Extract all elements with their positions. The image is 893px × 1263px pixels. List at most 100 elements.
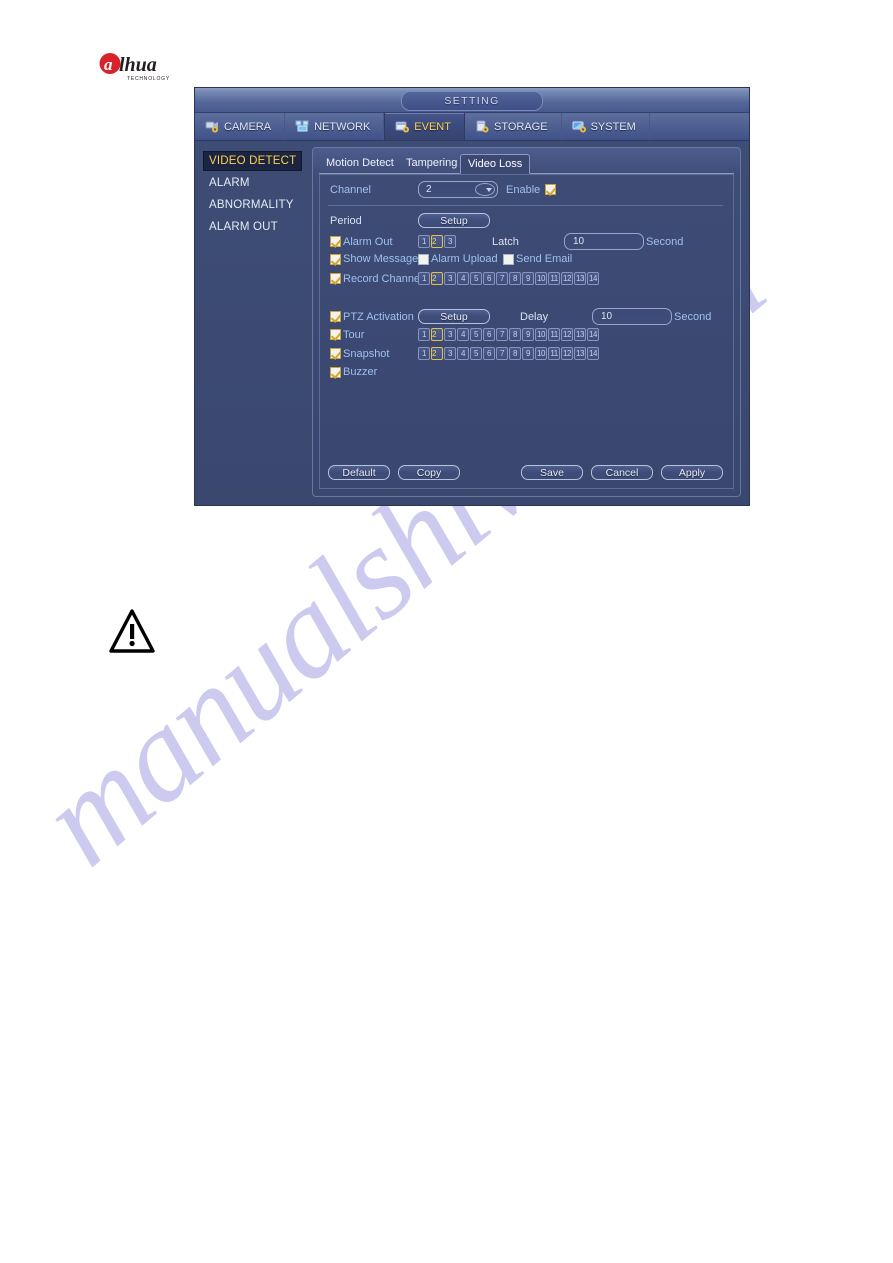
record-channel-label: Record Channel [343, 272, 423, 285]
sidebar-item-video-detect[interactable]: VIDEO DETECT [203, 151, 302, 171]
channel-select[interactable]: 2 [418, 181, 498, 198]
warning-triangle-icon [108, 608, 156, 654]
tour-chip[interactable]: 14 [587, 328, 599, 341]
tour-chip[interactable]: 8 [509, 328, 521, 341]
alarm-out-chips: 1 2 3 [418, 235, 456, 248]
content-panel: Motion Detect Tampering Video Loss Chann… [312, 147, 741, 497]
record-channel-chip[interactable]: 7 [496, 272, 508, 285]
tab-network-label: NETWORK [314, 120, 371, 133]
chevron-down-icon[interactable] [475, 183, 495, 196]
tab-camera[interactable]: CAMERA [195, 113, 286, 140]
delay-input[interactable]: 10 [592, 308, 672, 325]
ptz-activation-label: PTZ Activation [343, 310, 414, 323]
snapshot-chip[interactable]: 7 [496, 347, 508, 360]
snapshot-chip[interactable]: 12 [561, 347, 573, 360]
sidebar-item-abnormality[interactable]: ABNORMALITY [205, 195, 302, 215]
alarm-out-chip[interactable]: 1 [418, 235, 430, 248]
tab-event[interactable]: EVENT [384, 113, 465, 140]
buzzer-row: Buzzer [330, 366, 377, 378]
record-channel-chip[interactable]: 8 [509, 272, 521, 285]
ptz-activation-checkbox[interactable] [330, 311, 341, 322]
tab-storage[interactable]: STORAGE [465, 113, 562, 140]
apply-button[interactable]: Apply [661, 465, 723, 480]
record-channel-chip[interactable]: 4 [457, 272, 469, 285]
record-channel-checkbox[interactable] [330, 273, 341, 284]
subtab-motion-detect-label: Motion Detect [326, 157, 394, 169]
record-channel-chip[interactable]: 10 [535, 272, 547, 285]
snapshot-checkbox[interactable] [330, 348, 341, 359]
snapshot-chip[interactable]: 1 [418, 347, 430, 360]
tour-chip[interactable]: 12 [561, 328, 573, 341]
snapshot-chip[interactable]: 13 [574, 347, 586, 360]
sidebar-item-video-detect-label: VIDEO DETECT [209, 155, 297, 167]
record-channel-chip[interactable]: 5 [470, 272, 482, 285]
sub-tab-bar: Motion Detect Tampering Video Loss [319, 154, 734, 174]
footer-buttons: Default Copy Save Cancel Apply [328, 465, 723, 480]
record-channel-chip[interactable]: 2 [431, 272, 443, 285]
send-email-label: Send Email [516, 253, 573, 265]
warning-triangle-svg [109, 609, 155, 653]
record-channel-chip[interactable]: 13 [574, 272, 586, 285]
tour-chip[interactable]: 5 [470, 328, 482, 341]
tab-system[interactable]: SYSTEM [562, 113, 650, 140]
tour-checkbox[interactable] [330, 329, 341, 340]
show-message-label: Show Message [343, 253, 419, 265]
buzzer-checkbox[interactable] [330, 366, 341, 378]
tour-chip[interactable]: 7 [496, 328, 508, 341]
sidebar-item-alarm-label: ALARM [209, 177, 250, 189]
sidebar: VIDEO DETECT ALARM ABNORMALITY ALARM OUT [195, 141, 308, 517]
record-channel-chip[interactable]: 11 [548, 272, 560, 285]
save-button[interactable]: Save [521, 465, 583, 480]
tour-chip[interactable]: 11 [548, 328, 560, 341]
snapshot-chip[interactable]: 9 [522, 347, 534, 360]
copy-button[interactable]: Copy [398, 465, 460, 480]
tour-chip[interactable]: 3 [444, 328, 456, 341]
tour-chip[interactable]: 2 [431, 328, 443, 341]
cancel-button[interactable]: Cancel [591, 465, 653, 480]
tour-chip[interactable]: 1 [418, 328, 430, 341]
snapshot-chips: 1 2 3 4 5 6 7 8 9 10 11 12 13 14 [418, 347, 599, 360]
tab-network[interactable]: NETWORK [285, 113, 385, 140]
alarm-out-checkbox[interactable] [330, 236, 341, 247]
snapshot-chip[interactable]: 6 [483, 347, 495, 360]
snapshot-chip[interactable]: 11 [548, 347, 560, 360]
enable-checkbox[interactable] [545, 184, 557, 195]
snapshot-chip[interactable]: 2 [431, 347, 443, 360]
tour-chip[interactable]: 10 [535, 328, 547, 341]
record-channel-chip[interactable]: 6 [483, 272, 495, 285]
ptz-setup-button[interactable]: Setup [418, 309, 490, 324]
record-channel-chip[interactable]: 14 [587, 272, 599, 285]
snapshot-chip[interactable]: 3 [444, 347, 456, 360]
snapshot-chip[interactable]: 14 [587, 347, 599, 360]
snapshot-chip[interactable]: 8 [509, 347, 521, 360]
svg-text:a: a [104, 55, 113, 74]
alarm-upload-checkbox[interactable] [418, 253, 429, 265]
send-email-checkbox[interactable] [503, 253, 514, 265]
snapshot-chip[interactable]: 10 [535, 347, 547, 360]
latch-input[interactable]: 10 [564, 233, 644, 250]
record-channel-chip[interactable]: 12 [561, 272, 573, 285]
record-channel-chip[interactable]: 9 [522, 272, 534, 285]
show-message-checkbox[interactable] [330, 253, 341, 265]
default-button[interactable]: Default [328, 465, 390, 480]
record-channel-chip[interactable]: 1 [418, 272, 430, 285]
tour-chip[interactable]: 13 [574, 328, 586, 341]
alarm-out-row: Alarm Out 1 2 3 Latch 10 Second [330, 233, 683, 250]
tour-chip[interactable]: 6 [483, 328, 495, 341]
tour-chip[interactable]: 4 [457, 328, 469, 341]
snapshot-chip[interactable]: 4 [457, 347, 469, 360]
period-setup-button[interactable]: Setup [418, 213, 490, 228]
subtab-motion-detect[interactable]: Motion Detect [319, 154, 401, 172]
subtab-tampering[interactable]: Tampering [399, 154, 464, 172]
alarm-upload-label: Alarm Upload [431, 253, 498, 265]
snapshot-chip[interactable]: 5 [470, 347, 482, 360]
channel-label: Channel [330, 183, 371, 196]
alarm-out-chip[interactable]: 3 [444, 235, 456, 248]
sidebar-item-alarm[interactable]: ALARM [205, 173, 302, 193]
alarm-out-chip[interactable]: 2 [431, 235, 443, 248]
sidebar-item-alarm-out[interactable]: ALARM OUT [205, 217, 302, 237]
subtab-video-loss[interactable]: Video Loss [460, 154, 531, 174]
tour-chip[interactable]: 9 [522, 328, 534, 341]
latch-input-value: 10 [573, 236, 585, 247]
record-channel-chip[interactable]: 3 [444, 272, 456, 285]
